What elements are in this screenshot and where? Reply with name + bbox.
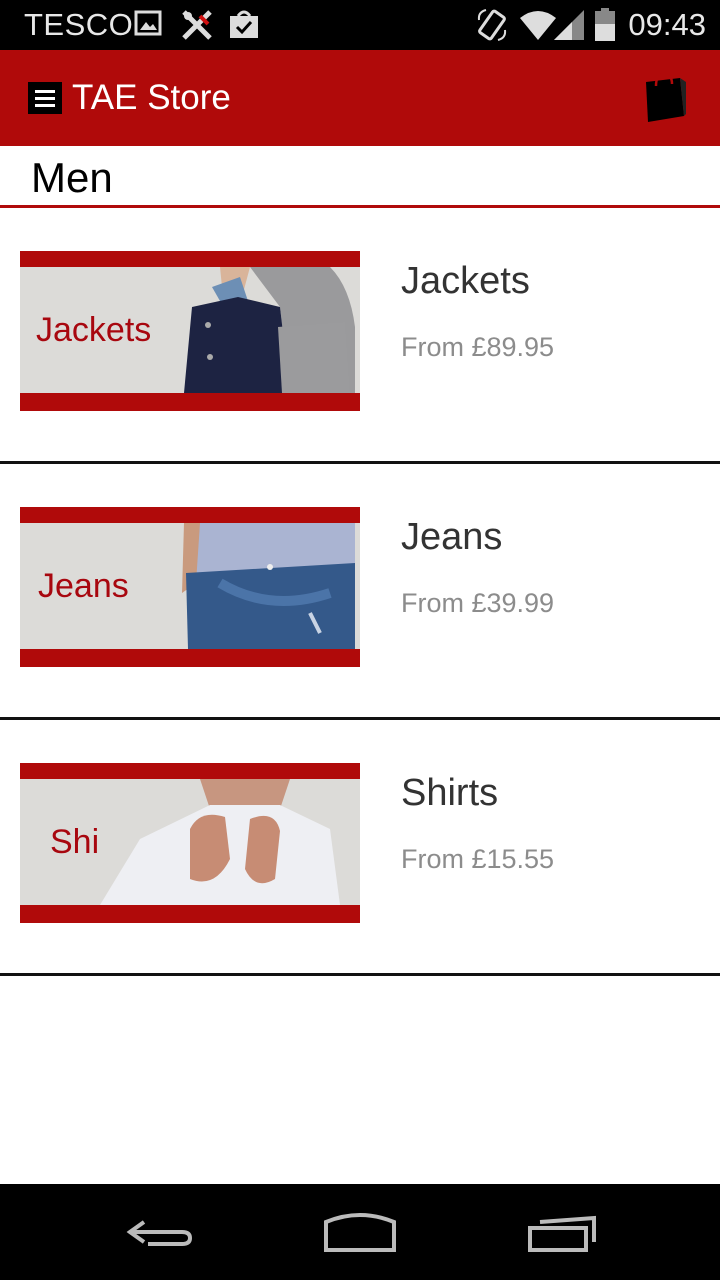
battery-icon — [594, 8, 616, 47]
jeans-image — [180, 523, 360, 649]
list-item[interactable]: Jackets Jackets From £89.95 — [0, 208, 720, 464]
category-name: Shirts — [401, 772, 499, 814]
category-name: Jeans — [401, 516, 503, 558]
tools-icon — [180, 8, 214, 47]
category-list: Jackets Jackets From £89.95 Jeans Jeans … — [0, 208, 720, 976]
recents-icon[interactable] — [526, 1208, 598, 1261]
category-price: From £15.55 — [401, 844, 555, 874]
clock: 09:43 — [628, 7, 706, 42]
category-thumbnail: Jackets — [20, 251, 360, 411]
app-bar: TAE Store — [0, 50, 720, 146]
category-thumbnail: Shirts — [20, 763, 360, 923]
category-name: Jackets — [401, 260, 530, 302]
shopping-bag-icon[interactable] — [640, 72, 688, 129]
thumbnail-label: Jeans — [38, 567, 129, 605]
section-title: Men — [31, 154, 113, 201]
rotate-icon — [476, 8, 508, 47]
category-price: From £39.99 — [401, 588, 555, 618]
shirt-image — [100, 779, 360, 905]
navigation-bar — [0, 1184, 720, 1280]
app-title: TAE Store — [72, 78, 231, 117]
list-item[interactable]: Jeans Jeans From £39.99 — [0, 464, 720, 720]
menu-icon[interactable] — [28, 82, 62, 114]
category-price: From £89.95 — [401, 332, 555, 362]
jacket-image — [184, 267, 360, 393]
list-item[interactable]: Shirts Shirts From £15.55 — [0, 720, 720, 976]
category-thumbnail: Jeans — [20, 507, 360, 667]
signal-icon — [552, 8, 586, 47]
check-bag-icon — [228, 8, 260, 45]
back-icon[interactable] — [124, 1208, 196, 1261]
image-icon — [134, 8, 162, 43]
status-bar: TESCO 09:43 — [0, 0, 720, 50]
home-icon[interactable] — [322, 1208, 398, 1261]
thumbnail-label: Jackets — [36, 311, 152, 349]
carrier-label: TESCO — [24, 7, 134, 42]
section-header: Men — [0, 146, 720, 208]
